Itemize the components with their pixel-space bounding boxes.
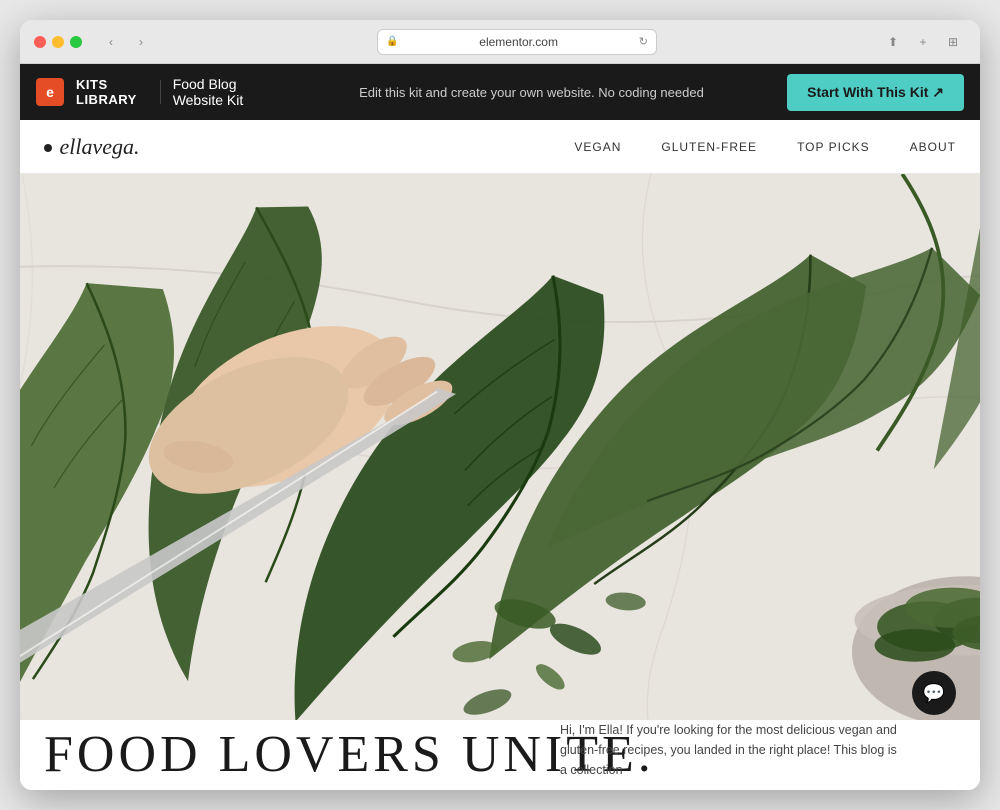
hero-section: FOOD LOVERS UNITE. Hi, I'm Ella! If you'… xyxy=(20,174,980,790)
kits-bar: e KITS LIBRARY Food Blog Website Kit Edi… xyxy=(20,64,980,120)
menu-item-about[interactable]: ABOUT xyxy=(910,140,956,154)
close-button[interactable] xyxy=(34,36,46,48)
logo-text: ellavega. xyxy=(60,134,140,159)
browser-content: e KITS LIBRARY Food Blog Website Kit Edi… xyxy=(20,64,980,790)
forward-button[interactable]: › xyxy=(128,31,154,53)
kits-tagline: Edit this kit and create your own websit… xyxy=(359,85,704,100)
address-bar[interactable]: 🔒 elementor.com ↻ xyxy=(377,29,657,55)
elementor-logo: e xyxy=(36,78,64,106)
menu-item-top-picks[interactable]: TOP PICKS xyxy=(797,140,870,154)
traffic-lights xyxy=(34,36,82,48)
hero-description: Hi, I'm Ella! If you're looking for the … xyxy=(560,720,900,780)
chat-icon: 💬 xyxy=(923,683,945,704)
kits-divider xyxy=(160,80,161,104)
back-button[interactable]: ‹ xyxy=(98,31,124,53)
hero-image xyxy=(20,174,980,790)
add-tab-button[interactable]: + xyxy=(910,31,936,53)
site-menu: VEGAN GLUTEN-FREE TOP PICKS ABOUT xyxy=(574,140,956,154)
logo-bullet xyxy=(44,144,52,152)
share-button[interactable]: ⬆ xyxy=(880,31,906,53)
menu-item-gluten-free[interactable]: GLUTEN-FREE xyxy=(661,140,757,154)
kits-middle: Edit this kit and create your own websit… xyxy=(292,85,771,100)
grid-button[interactable]: ⊞ xyxy=(940,31,966,53)
reload-icon[interactable]: ↻ xyxy=(639,35,648,48)
menu-item-vegan[interactable]: VEGAN xyxy=(574,140,621,154)
site-nav: ellavega. VEGAN GLUTEN-FREE TOP PICKS AB… xyxy=(20,120,980,174)
browser-window: ‹ › 🔒 elementor.com ↻ ⬆ + ⊞ e KITS LIBRA… xyxy=(20,20,980,790)
browser-titlebar: ‹ › 🔒 elementor.com ↻ ⬆ + ⊞ xyxy=(20,20,980,64)
site-logo: ellavega. xyxy=(44,134,140,160)
chat-widget[interactable]: 💬 xyxy=(912,671,956,715)
start-kit-button[interactable]: Start With This Kit ↗ xyxy=(787,74,964,111)
kits-library-label: KITS LIBRARY xyxy=(76,77,148,107)
minimize-button[interactable] xyxy=(52,36,64,48)
browser-actions: ⬆ + ⊞ xyxy=(880,31,966,53)
kits-left: e KITS LIBRARY Food Blog Website Kit xyxy=(20,76,292,108)
lock-icon: 🔒 xyxy=(386,36,398,47)
elementor-logo-letter: e xyxy=(46,84,54,100)
address-bar-container: 🔒 elementor.com ↻ xyxy=(162,29,872,55)
maximize-button[interactable] xyxy=(70,36,82,48)
url-text: elementor.com xyxy=(404,35,632,49)
browser-nav: ‹ › xyxy=(98,31,154,53)
hero-bottom: FOOD LOVERS UNITE. Hi, I'm Ella! If you'… xyxy=(20,720,980,790)
kit-name: Food Blog Website Kit xyxy=(173,76,276,108)
kits-right: Start With This Kit ↗ xyxy=(771,74,980,111)
